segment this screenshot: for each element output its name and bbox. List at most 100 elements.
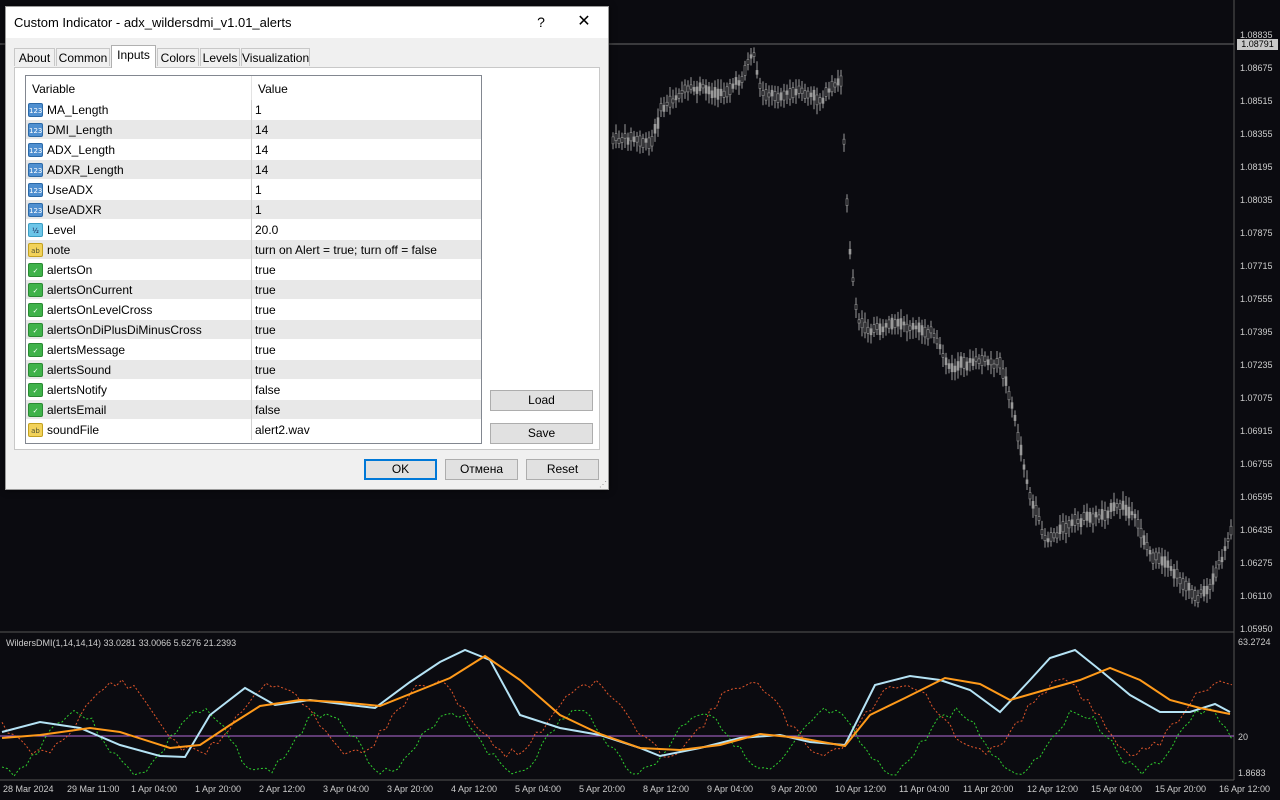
param-row[interactable]: 123 ADX_Length 14 xyxy=(26,140,481,160)
candle-body xyxy=(725,86,729,98)
candle-body xyxy=(1100,509,1104,520)
candle-body xyxy=(644,138,648,143)
param-row[interactable]: ✓ alertsMessage true xyxy=(26,340,481,360)
param-row[interactable]: ✓ alertsOnCurrent true xyxy=(26,280,481,300)
param-value[interactable]: turn on Alert = true; turn off = false xyxy=(255,243,437,257)
param-row[interactable]: ab note turn on Alert = true; turn off = f… xyxy=(26,240,481,260)
candle-body xyxy=(1106,510,1110,519)
param-value[interactable]: 14 xyxy=(255,163,268,177)
param-value[interactable]: false xyxy=(255,403,280,417)
reset-button[interactable]: Reset xyxy=(526,459,599,480)
param-row[interactable]: ✓ alertsSound true xyxy=(26,360,481,380)
time-axis-label: 8 Apr 12:00 xyxy=(643,784,690,794)
candle-body xyxy=(722,90,726,98)
column-divider[interactable] xyxy=(251,76,252,100)
param-name: MA_Length xyxy=(47,103,109,117)
price-axis-label: 1.06755 xyxy=(1240,459,1273,469)
param-row[interactable]: ½ Level 20.0 xyxy=(26,220,481,240)
candle-body xyxy=(1148,550,1152,555)
param-value[interactable]: true xyxy=(255,283,276,297)
candle-body xyxy=(896,318,900,327)
param-value[interactable]: 14 xyxy=(255,143,268,157)
candle-body xyxy=(638,135,642,147)
candle-body xyxy=(1154,551,1158,561)
param-row[interactable]: 123 MA_Length 1 xyxy=(26,100,481,120)
ok-button[interactable]: OK xyxy=(364,459,437,480)
param-row[interactable]: ✓ alertsEmail false xyxy=(26,400,481,420)
tab-common[interactable]: Common xyxy=(56,48,110,66)
candle-body xyxy=(614,133,618,141)
candle-body xyxy=(905,323,909,333)
candle-body xyxy=(1229,525,1233,536)
param-value[interactable]: 1 xyxy=(255,203,262,217)
candle-body xyxy=(974,356,978,362)
candle-body xyxy=(641,138,645,148)
param-row[interactable]: 123 UseADX 1 xyxy=(26,180,481,200)
candle-body xyxy=(1109,503,1113,512)
param-value[interactable]: false xyxy=(255,383,280,397)
time-axis-label: 5 Apr 20:00 xyxy=(579,784,626,794)
candle-body xyxy=(653,124,657,134)
param-row[interactable]: ✓ alertsOn true xyxy=(26,260,481,280)
param-value[interactable]: true xyxy=(255,323,276,337)
integer-type-icon: 123 xyxy=(28,203,43,217)
param-row[interactable]: ✓ alertsOnLevelCross true xyxy=(26,300,481,320)
cell-divider xyxy=(251,400,252,420)
candle-body xyxy=(746,59,750,65)
tab-about[interactable]: About xyxy=(14,48,55,66)
param-value[interactable]: 1 xyxy=(255,183,262,197)
help-icon[interactable]: ? xyxy=(531,12,551,32)
param-name: UseADX xyxy=(47,183,94,197)
param-row[interactable]: 123 UseADXR 1 xyxy=(26,200,481,220)
candle-body xyxy=(1223,546,1227,551)
param-value[interactable]: 14 xyxy=(255,123,268,137)
time-axis-label: 5 Apr 04:00 xyxy=(515,784,562,794)
boolean-type-icon: ✓ xyxy=(28,383,43,397)
tab-colors[interactable]: Colors xyxy=(157,48,199,66)
close-icon[interactable]: ✕ xyxy=(574,12,594,32)
candle-body xyxy=(1181,578,1185,590)
column-header-value[interactable]: Value xyxy=(258,82,288,96)
candle-body xyxy=(890,317,894,330)
indicator-scale-level: 20 xyxy=(1238,732,1249,742)
tab-inputs[interactable]: Inputs xyxy=(111,45,156,68)
param-value[interactable]: true xyxy=(255,303,276,317)
tab-levels[interactable]: Levels xyxy=(200,48,240,66)
time-axis-label: 15 Apr 20:00 xyxy=(1155,784,1207,794)
param-value[interactable]: true xyxy=(255,363,276,377)
candle-body xyxy=(1220,556,1224,563)
candle-body xyxy=(794,88,798,96)
load-button[interactable]: Load xyxy=(490,390,593,411)
param-value[interactable]: alert2.wav xyxy=(255,423,310,437)
column-header-variable[interactable]: Variable xyxy=(32,82,75,96)
param-value[interactable]: true xyxy=(255,263,276,277)
param-name: ADX_Length xyxy=(47,143,116,157)
tab-visualization[interactable]: Visualization xyxy=(241,48,310,66)
integer-type-icon: 123 xyxy=(28,163,43,177)
param-name: alertsSound xyxy=(47,363,112,377)
candle-body xyxy=(851,277,855,282)
boolean-type-icon: ✓ xyxy=(28,263,43,277)
candle-body xyxy=(992,363,996,369)
candle-body xyxy=(836,78,840,86)
candle-body xyxy=(1043,535,1047,542)
param-value[interactable]: 20.0 xyxy=(255,223,278,237)
candle-body xyxy=(1130,511,1134,516)
indicator-scale-top: 63.2724 xyxy=(1238,637,1271,647)
candle-body xyxy=(782,90,786,101)
string-type-icon: ab xyxy=(28,243,43,257)
param-row[interactable]: 123 DMI_Length 14 xyxy=(26,120,481,140)
param-row[interactable]: ✓ alertsNotify false xyxy=(26,380,481,400)
param-name: alertsMessage xyxy=(47,343,126,357)
param-value[interactable]: 1 xyxy=(255,103,262,117)
param-row[interactable]: ab soundFile alert2.wav xyxy=(26,420,481,440)
param-row[interactable]: ✓ alertsOnDiPlusDiMinusCross true xyxy=(26,320,481,340)
param-value[interactable]: true xyxy=(255,343,276,357)
param-row[interactable]: 123 ADXR_Length 14 xyxy=(26,160,481,180)
save-button[interactable]: Save xyxy=(490,423,593,444)
candle-body xyxy=(1091,513,1095,525)
dialog-titlebar[interactable]: Custom Indicator - adx_wildersdmi_v1.01_… xyxy=(6,7,608,38)
resize-grip-icon[interactable]: ⋰ xyxy=(599,480,607,489)
candle-body xyxy=(965,361,969,371)
cancel-button[interactable]: Отмена xyxy=(445,459,518,480)
